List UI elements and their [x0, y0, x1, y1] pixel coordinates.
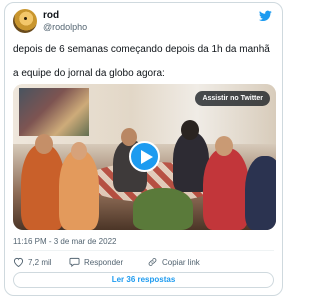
- video-player[interactable]: Assistir no Twitter: [13, 84, 276, 230]
- tweet-header: rod @rodolpho: [13, 9, 274, 37]
- play-button[interactable]: [129, 141, 160, 172]
- author-handle[interactable]: @rodolpho: [43, 22, 87, 32]
- twitter-bird-icon[interactable]: [259, 10, 272, 22]
- watch-on-twitter-button[interactable]: Assistir no Twitter: [195, 91, 270, 106]
- author-name[interactable]: rod: [43, 10, 59, 21]
- reply-label: Responder: [84, 257, 124, 267]
- speech-bubble-icon: [69, 257, 80, 267]
- heart-icon: [13, 257, 24, 267]
- painting-image: [19, 88, 89, 136]
- tweet-actions: 7,2 mil Responder Copiar link: [13, 255, 274, 269]
- tweet-timestamp[interactable]: 11:16 PM - 3 de mar de 2022: [13, 237, 116, 246]
- link-icon: [148, 258, 157, 266]
- avatar[interactable]: [13, 9, 37, 33]
- copy-link-button[interactable]: Copiar link: [147, 255, 200, 269]
- divider: [13, 250, 274, 251]
- play-icon: [141, 150, 153, 164]
- tweet-text-line2: a equipe do jornal da globo agora:: [13, 68, 165, 79]
- read-replies-button[interactable]: Ler 36 respostas: [13, 272, 274, 288]
- like-button[interactable]: 7,2 mil: [13, 255, 52, 269]
- tweet-card: rod @rodolpho depois de 6 semanas começa…: [4, 2, 283, 296]
- reply-button[interactable]: Responder: [69, 255, 123, 269]
- tweet-text-line1: depois de 6 semanas começando depois da …: [13, 44, 270, 55]
- copy-link-label: Copiar link: [162, 257, 200, 267]
- like-count: 7,2 mil: [28, 257, 52, 267]
